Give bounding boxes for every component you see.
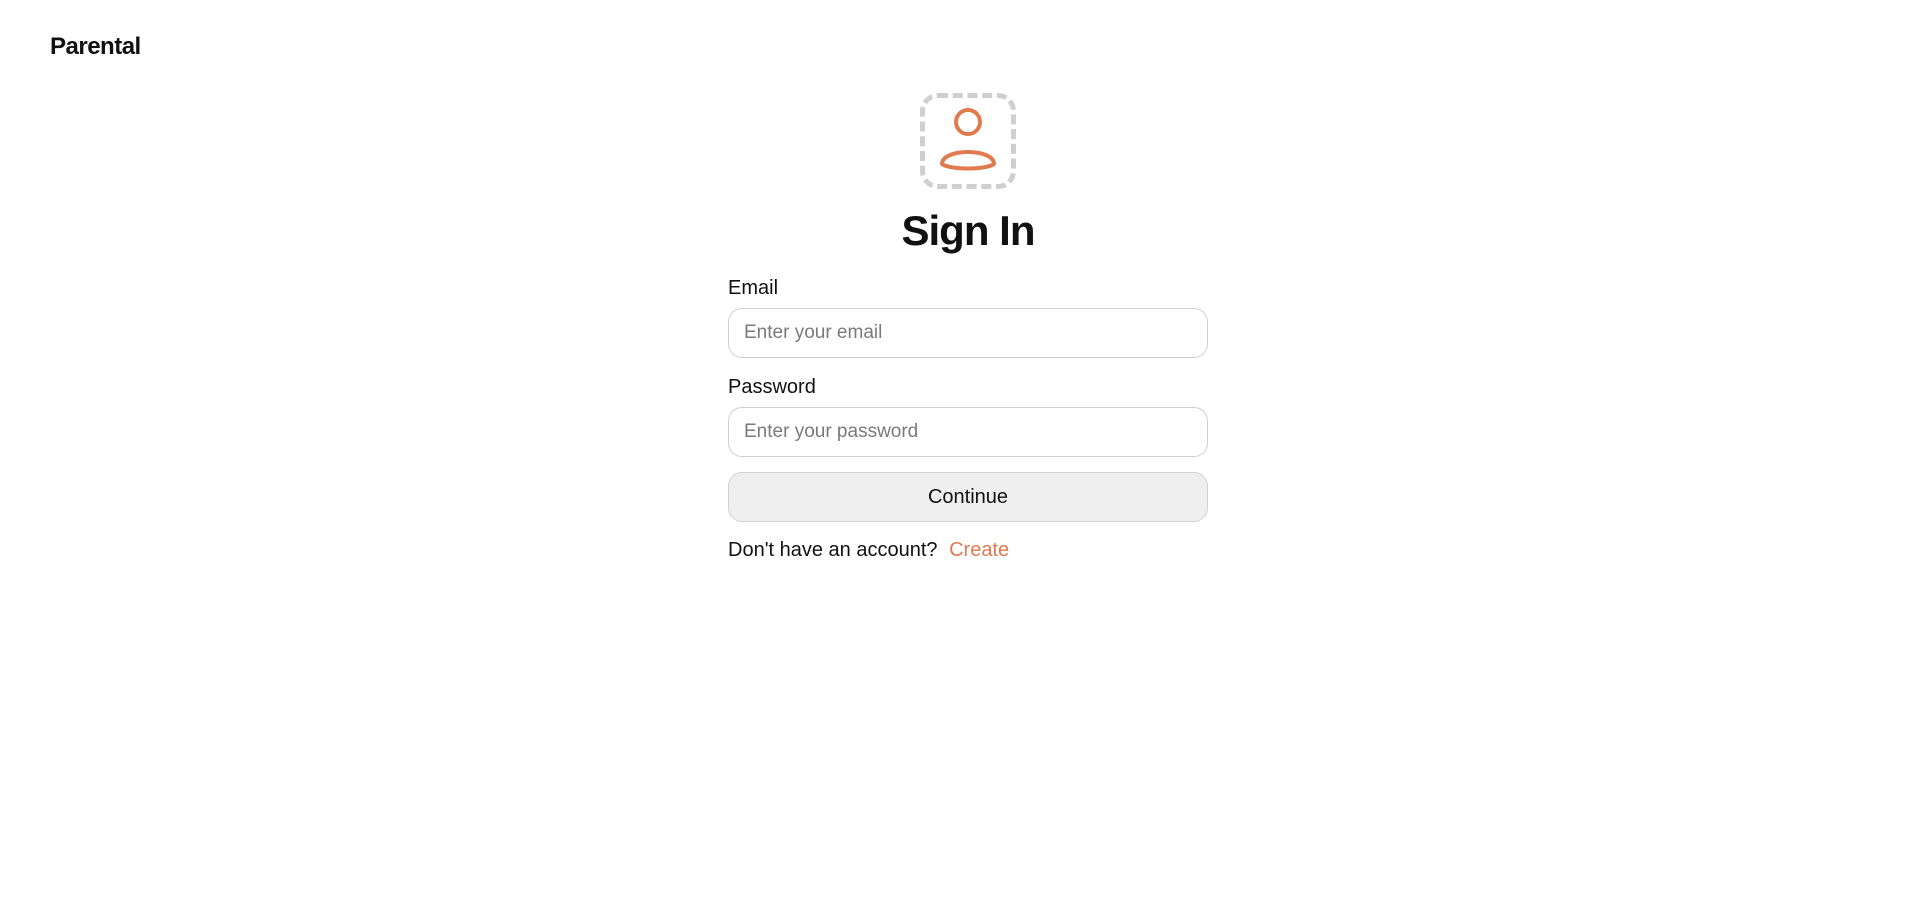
password-field[interactable] bbox=[728, 407, 1208, 457]
create-account-link[interactable]: Create bbox=[949, 539, 1009, 561]
continue-button[interactable]: Continue bbox=[728, 472, 1208, 522]
signin-form: Sign In Email Password Continue Don't ha… bbox=[728, 93, 1208, 562]
page-title: Sign In bbox=[901, 207, 1036, 254]
email-label: Email bbox=[728, 277, 779, 299]
email-field[interactable] bbox=[728, 308, 1208, 358]
user-icon bbox=[940, 108, 996, 171]
avatar-placeholder bbox=[920, 93, 1016, 189]
password-label: Password bbox=[728, 376, 816, 398]
brand-logo: Parental bbox=[50, 33, 141, 60]
create-account-row: Don't have an account? Create bbox=[728, 538, 1208, 562]
no-account-text: Don't have an account? bbox=[728, 539, 938, 561]
